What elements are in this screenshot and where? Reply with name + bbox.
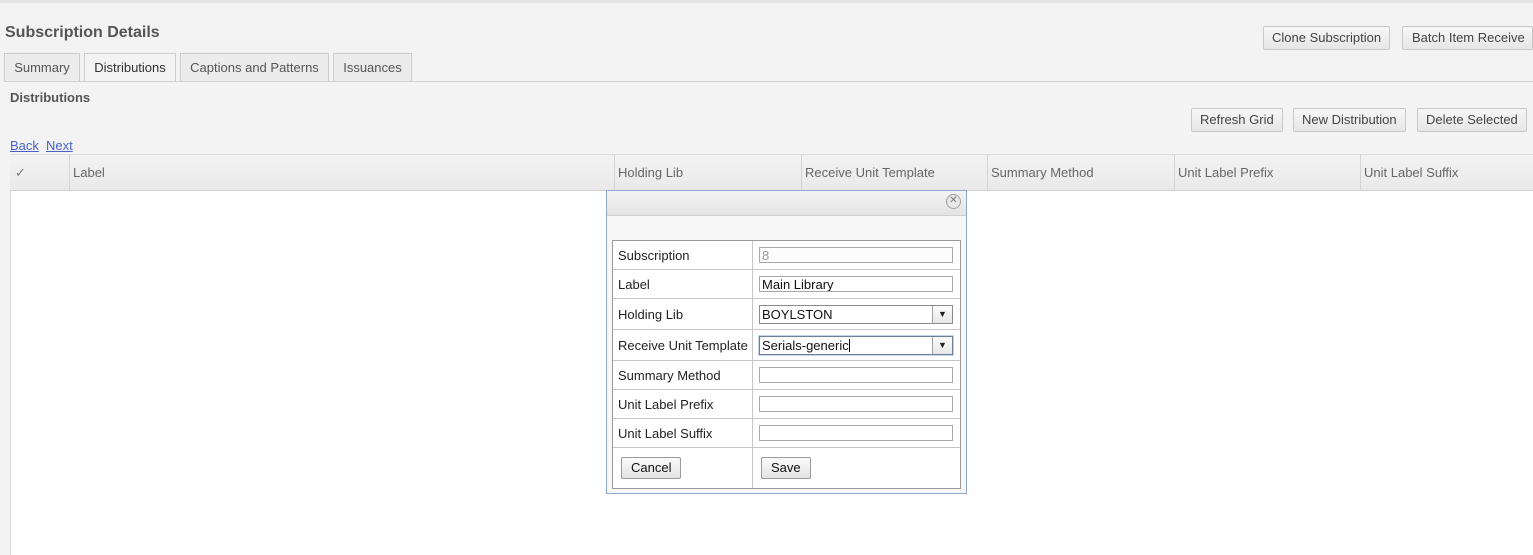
close-icon[interactable]: ✕ xyxy=(946,194,961,209)
holding-lib-label: Holding Lib xyxy=(613,299,753,329)
form-row-receive-unit-template: Receive Unit Template Serials-generic ▼ xyxy=(613,330,960,361)
clone-subscription-button[interactable]: Clone Subscription xyxy=(1263,26,1391,50)
back-link[interactable]: Back xyxy=(10,138,39,153)
delete-selected-button[interactable]: Delete Selected xyxy=(1417,108,1527,132)
label-label: Label xyxy=(613,270,753,298)
refresh-grid-button[interactable]: Refresh Grid xyxy=(1191,108,1283,132)
column-header-label[interactable]: Label xyxy=(69,155,615,191)
select-all-checkmark-icon[interactable]: ✓ xyxy=(10,155,69,191)
receive-unit-template-label: Receive Unit Template xyxy=(613,330,753,360)
section-title: Distributions xyxy=(10,90,91,105)
column-header-summary-method[interactable]: Summary Method xyxy=(987,155,1174,191)
text-caret xyxy=(848,339,850,352)
chevron-down-icon[interactable]: ▼ xyxy=(932,306,952,323)
subscription-label: Subscription xyxy=(613,241,753,269)
unit-label-suffix-label: Unit Label Suffix xyxy=(613,419,753,447)
column-header-unit-label-prefix[interactable]: Unit Label Prefix xyxy=(1174,155,1360,191)
column-header-holding-lib[interactable]: Holding Lib xyxy=(614,155,801,191)
grid-header: ✓ Label Holding Lib Receive Unit Templat… xyxy=(10,154,1533,191)
holding-lib-select[interactable]: BOYLSTON ▼ xyxy=(759,305,953,324)
receive-unit-template-select[interactable]: Serials-generic ▼ xyxy=(759,336,953,355)
form-row-unit-label-suffix: Unit Label Suffix xyxy=(613,419,960,448)
form-row-subscription: Subscription xyxy=(613,241,960,270)
batch-item-receive-button[interactable]: Batch Item Receive xyxy=(1402,26,1533,50)
distribution-form: Subscription Label Holding Lib BOYLSTON … xyxy=(612,240,961,489)
tab-divider xyxy=(4,81,1533,82)
tab-issuances[interactable]: Issuances xyxy=(333,53,412,81)
top-border xyxy=(0,0,1533,3)
column-header-receive-unit-template[interactable]: Receive Unit Template xyxy=(801,155,988,191)
dialog-titlebar[interactable]: ✕ xyxy=(607,191,966,216)
chevron-down-icon[interactable]: ▼ xyxy=(932,337,952,354)
next-link[interactable]: Next xyxy=(46,138,73,153)
form-row-label: Label xyxy=(613,270,960,299)
unit-label-suffix-field[interactable] xyxy=(759,425,953,441)
summary-method-field[interactable] xyxy=(759,367,953,383)
cancel-cell: Cancel xyxy=(613,448,753,488)
distribution-dialog: ✕ Subscription Label Holding Lib BOYLSTO… xyxy=(606,190,967,494)
unit-label-prefix-field[interactable] xyxy=(759,396,953,412)
holding-lib-value: BOYLSTON xyxy=(762,307,833,322)
save-button[interactable]: Save xyxy=(761,457,811,479)
tab-summary[interactable]: Summary xyxy=(4,53,80,81)
unit-label-prefix-label: Unit Label Prefix xyxy=(613,390,753,418)
form-row-actions: Cancel Save xyxy=(613,448,960,488)
page-title: Subscription Details xyxy=(5,24,160,41)
new-distribution-button[interactable]: New Distribution xyxy=(1293,108,1406,132)
receive-unit-template-value: Serials-generic xyxy=(762,338,849,353)
summary-method-label: Summary Method xyxy=(613,361,753,389)
form-row-unit-label-prefix: Unit Label Prefix xyxy=(613,390,960,419)
tab-captions-and-patterns[interactable]: Captions and Patterns xyxy=(180,53,329,81)
label-field[interactable] xyxy=(759,276,953,292)
form-row-summary-method: Summary Method xyxy=(613,361,960,390)
column-header-unit-label-suffix[interactable]: Unit Label Suffix xyxy=(1360,155,1533,191)
form-row-holding-lib: Holding Lib BOYLSTON ▼ xyxy=(613,299,960,330)
tab-distributions[interactable]: Distributions xyxy=(84,53,176,82)
cancel-button[interactable]: Cancel xyxy=(621,457,682,479)
subscription-field xyxy=(759,247,953,263)
